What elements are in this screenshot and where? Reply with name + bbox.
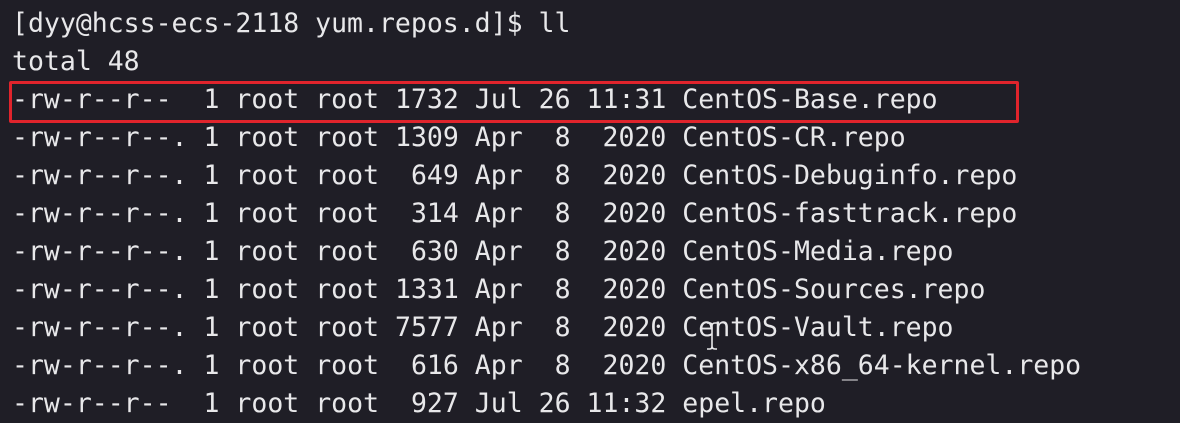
file-owner: root <box>235 274 300 305</box>
file-month: Apr <box>474 198 523 229</box>
file-permissions: -rw-r--r--. <box>12 160 188 191</box>
file-group: root <box>315 236 380 267</box>
file-permissions: -rw-r--r--. <box>12 236 188 267</box>
file-day: 8 <box>538 350 571 381</box>
file-row: -rw-r--r--. 1 root root 630 Apr 8 2020 C… <box>12 233 954 271</box>
file-group: root <box>315 160 380 191</box>
file-time: 2020 <box>586 160 667 191</box>
file-link-count: 1 <box>203 198 220 229</box>
file-owner: root <box>235 122 300 153</box>
file-row: -rw-r--r--. 1 root root 616 Apr 8 2020 C… <box>12 347 1081 385</box>
file-group: root <box>315 122 380 153</box>
file-day: 8 <box>538 122 571 153</box>
file-month: Apr <box>474 274 523 305</box>
file-name: CentOS-fasttrack.repo <box>682 198 1018 229</box>
file-size: 927 <box>395 388 459 419</box>
i-beam-cursor-icon <box>707 322 717 350</box>
file-permissions: -rw-r--r--. <box>12 274 188 305</box>
file-time: 11:32 <box>586 388 667 419</box>
file-size: 630 <box>395 236 459 267</box>
file-time: 2020 <box>586 350 667 381</box>
file-row: -rw-r--r--. 1 root root 1309 Apr 8 2020 … <box>12 119 906 157</box>
file-time: 2020 <box>586 122 667 153</box>
file-row: -rw-r--r-- 1 root root 927 Jul 26 11:32 … <box>12 385 826 423</box>
file-day: 8 <box>538 236 571 267</box>
file-owner: root <box>235 160 300 191</box>
file-permissions: -rw-r--r-- <box>12 388 188 419</box>
file-link-count: 1 <box>203 236 220 267</box>
file-name: CentOS-x86_64-kernel.repo <box>682 350 1082 381</box>
file-link-count: 1 <box>203 350 220 381</box>
file-link-count: 1 <box>203 274 220 305</box>
file-permissions: -rw-r--r--. <box>12 122 188 153</box>
file-month: Apr <box>474 122 523 153</box>
file-link-count: 1 <box>203 160 220 191</box>
file-size: 7577 <box>395 312 459 343</box>
file-size: 649 <box>395 160 459 191</box>
file-name: CentOS-CR.repo <box>682 122 906 153</box>
file-row: -rw-r--r--. 1 root root 314 Apr 8 2020 C… <box>12 195 1017 233</box>
file-row: -rw-r--r--. 1 root root 649 Apr 8 2020 C… <box>12 157 1017 195</box>
file-link-count: 1 <box>203 388 220 419</box>
file-owner: root <box>235 350 300 381</box>
file-month: Apr <box>474 160 523 191</box>
file-size: 616 <box>395 350 459 381</box>
file-month: Apr <box>474 350 523 381</box>
file-row: -rw-r--r--. 1 root root 1331 Apr 8 2020 … <box>12 271 985 309</box>
file-owner: root <box>235 388 300 419</box>
file-name: CentOS-Debuginfo.repo <box>682 160 1018 191</box>
file-month: Apr <box>474 312 523 343</box>
file-time: 2020 <box>586 236 667 267</box>
file-time: 2020 <box>586 274 667 305</box>
file-owner: root <box>235 312 300 343</box>
file-day: 8 <box>538 160 571 191</box>
file-day: 8 <box>538 198 571 229</box>
file-permissions: -rw-r--r--. <box>12 312 188 343</box>
file-name: CentOS-Vault.repo <box>682 312 954 343</box>
file-month: Apr <box>474 236 523 267</box>
file-time: 2020 <box>586 198 667 229</box>
terminal-window[interactable]: [dyy@hcss-ecs-2118 yum.repos.d]$ ll tota… <box>0 0 1180 423</box>
file-row: -rw-r--r--. 1 root root 7577 Apr 8 2020 … <box>12 309 954 347</box>
file-size: 1331 <box>395 274 459 305</box>
prompt-line: [dyy@hcss-ecs-2118 yum.repos.d]$ ll <box>12 8 571 39</box>
file-size: 1309 <box>395 122 459 153</box>
file-month: Jul <box>474 388 523 419</box>
file-name: epel.repo <box>682 388 826 419</box>
file-permissions: -rw-r--r--. <box>12 198 188 229</box>
file-owner: root <box>235 198 300 229</box>
file-day: 8 <box>538 274 571 305</box>
file-day: 8 <box>538 312 571 343</box>
file-group: root <box>315 388 380 419</box>
file-owner: root <box>235 236 300 267</box>
highlight-box <box>9 81 1019 123</box>
file-group: root <box>315 312 380 343</box>
file-name: CentOS-Sources.repo <box>682 274 986 305</box>
file-group: root <box>315 350 380 381</box>
file-time: 2020 <box>586 312 667 343</box>
total-line: total 48 <box>12 46 140 77</box>
file-permissions: -rw-r--r--. <box>12 350 188 381</box>
file-group: root <box>315 198 380 229</box>
file-link-count: 1 <box>203 312 220 343</box>
file-group: root <box>315 274 380 305</box>
file-size: 314 <box>395 198 459 229</box>
file-name: CentOS-Media.repo <box>682 236 954 267</box>
file-day: 26 <box>538 388 571 419</box>
file-link-count: 1 <box>203 122 220 153</box>
